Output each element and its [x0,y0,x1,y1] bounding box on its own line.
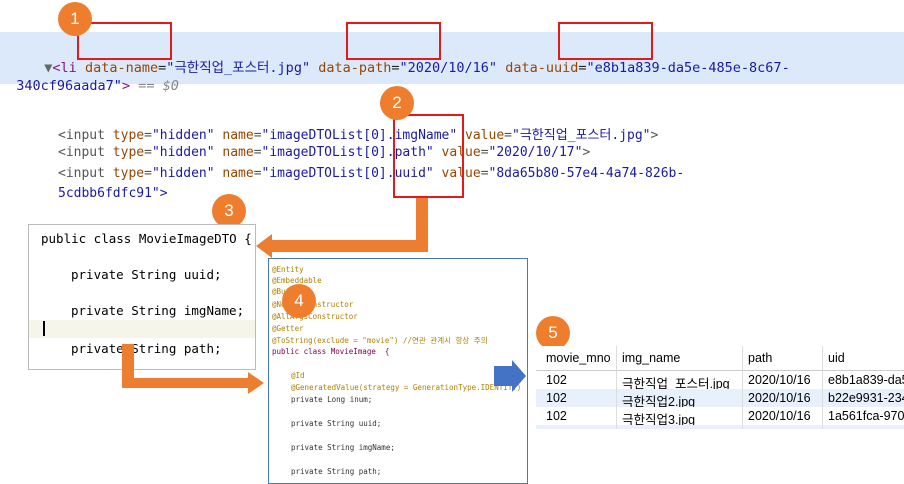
col-header-img-name[interactable]: img_name [622,351,680,365]
table-row[interactable]: 102 극한직업3.jpg 2020/10/16 1a561fca-9708 [536,407,904,427]
table-header: movie_mno img_name path uid [536,346,904,370]
table-row[interactable]: 102 극한직업_포스터.jpg 2020/10/16 e8b1a839-da5… [536,371,904,391]
table-row[interactable]: 102 극한직업2.jpg 2020/10/16 b22e9931-234f [536,389,904,409]
table-row-clipped [536,425,904,429]
col-header-uid[interactable]: uid [828,351,845,365]
col-header-path[interactable]: path [748,351,772,365]
step-badge-5: 5 [536,316,570,350]
step-badge-4: 4 [282,284,316,318]
col-header-movie-mno[interactable]: movie_mno [546,351,611,365]
